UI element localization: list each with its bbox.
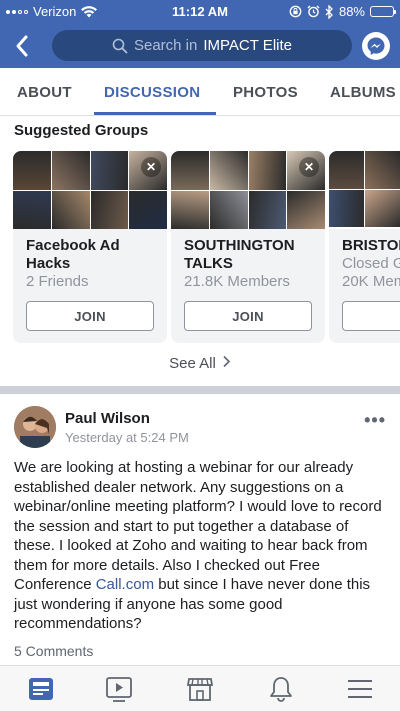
dismiss-icon[interactable]: ✕ <box>141 157 161 177</box>
group-card[interactable]: ✕ SOUTHINGTON TALKS 21.8K Members JOIN <box>171 151 325 343</box>
search-placeholder: Search in <box>133 37 198 54</box>
post-text-part: We are looking at hosting a webinar for … <box>14 459 382 593</box>
bottom-nav <box>0 665 400 711</box>
section-divider <box>0 386 400 394</box>
battery-icon <box>370 6 396 17</box>
join-button[interactable]: JOIN <box>184 301 312 331</box>
search-icon <box>112 38 128 53</box>
group-card-name: SOUTHINGTON TALKS <box>184 237 295 272</box>
cover-photo-tile <box>13 151 51 190</box>
status-bar: Verizon 11:12 AM 88% <box>0 0 400 22</box>
chevron-right-icon <box>223 355 230 368</box>
group-card-members: 2 Friends <box>26 273 89 290</box>
post-author[interactable]: Paul Wilson <box>65 410 150 427</box>
group-card-name: BRISTOL <box>342 237 400 254</box>
cover-photo-tile <box>13 190 51 229</box>
post-text: We are looking at hosting a webinar for … <box>14 458 384 634</box>
cover-photo-tile <box>209 190 248 229</box>
see-all-label: See All <box>169 355 216 372</box>
cover-photo-tile <box>129 190 167 229</box>
post-timestamp[interactable]: Yesterday at 5:24 PM <box>65 430 189 445</box>
back-arrow-icon[interactable] <box>10 32 34 60</box>
bluetooth-icon <box>325 4 333 19</box>
notifications-icon[interactable] <box>266 674 296 704</box>
cover-photo-tile <box>248 190 287 229</box>
cover-photo-tile <box>329 151 364 189</box>
rotation-lock-icon <box>289 5 302 18</box>
cover-photo-tile <box>248 151 287 190</box>
group-cover-photo <box>329 151 400 229</box>
alarm-icon <box>307 5 320 18</box>
cover-photo-tile <box>365 189 400 227</box>
cover-photo-tile <box>171 151 209 190</box>
battery-percent: 88% <box>338 4 365 19</box>
nav-bar: Search in IMPACT Elite <box>0 24 400 68</box>
group-card-members: 21.8K Members <box>184 273 290 290</box>
tab-photos[interactable]: PHOTOS <box>233 84 298 101</box>
group-card-privacy: Closed G <box>342 255 400 272</box>
group-card-members: 20K Mem <box>342 273 400 290</box>
news-feed-icon[interactable] <box>26 674 56 704</box>
cover-photo-tile <box>329 189 364 227</box>
tab-about[interactable]: ABOUT <box>17 84 72 101</box>
cover-photo-tile <box>171 190 209 229</box>
tab-albums[interactable]: ALBUMS <box>330 84 396 101</box>
more-options-icon[interactable]: ••• <box>364 410 386 431</box>
group-card[interactable]: ✕ Facebook Ad Hacks 2 Friends JOIN <box>13 151 167 343</box>
watch-icon[interactable] <box>104 674 134 704</box>
marketplace-icon[interactable] <box>185 674 215 704</box>
active-tab-indicator <box>94 112 216 115</box>
group-tabs: ABOUT DISCUSSION PHOTOS ALBUMS <box>0 68 400 116</box>
tab-discussion[interactable]: DISCUSSION <box>104 84 200 101</box>
comment-count[interactable]: 5 Comments <box>14 643 93 659</box>
search-group-name: IMPACT Elite <box>203 37 292 54</box>
app-header: Verizon 11:12 AM 88% Search in IMPACT El… <box>0 0 400 68</box>
menu-icon[interactable] <box>345 674 375 704</box>
cover-photo-tile <box>90 151 129 190</box>
join-button[interactable]: JO <box>342 301 400 331</box>
post-link[interactable]: Call.com <box>96 576 154 593</box>
group-search-input[interactable]: Search in IMPACT Elite <box>52 30 352 61</box>
cover-photo-tile <box>365 151 400 189</box>
dismiss-icon[interactable]: ✕ <box>299 157 319 177</box>
cover-photo-tile <box>90 190 129 229</box>
suggested-groups-title: Suggested Groups <box>14 122 149 139</box>
cover-photo-tile <box>51 190 90 229</box>
cover-photo-tile <box>209 151 248 190</box>
see-all-link[interactable]: See All <box>0 355 400 372</box>
group-card[interactable]: BRISTOL Closed G 20K Mem JO <box>329 151 400 343</box>
join-button[interactable]: JOIN <box>26 301 154 331</box>
cover-photo-tile <box>287 190 325 229</box>
avatar[interactable] <box>14 406 56 448</box>
messenger-icon[interactable] <box>362 32 390 60</box>
cover-photo-tile <box>51 151 90 190</box>
group-card-name: Facebook Ad Hacks <box>26 237 120 272</box>
